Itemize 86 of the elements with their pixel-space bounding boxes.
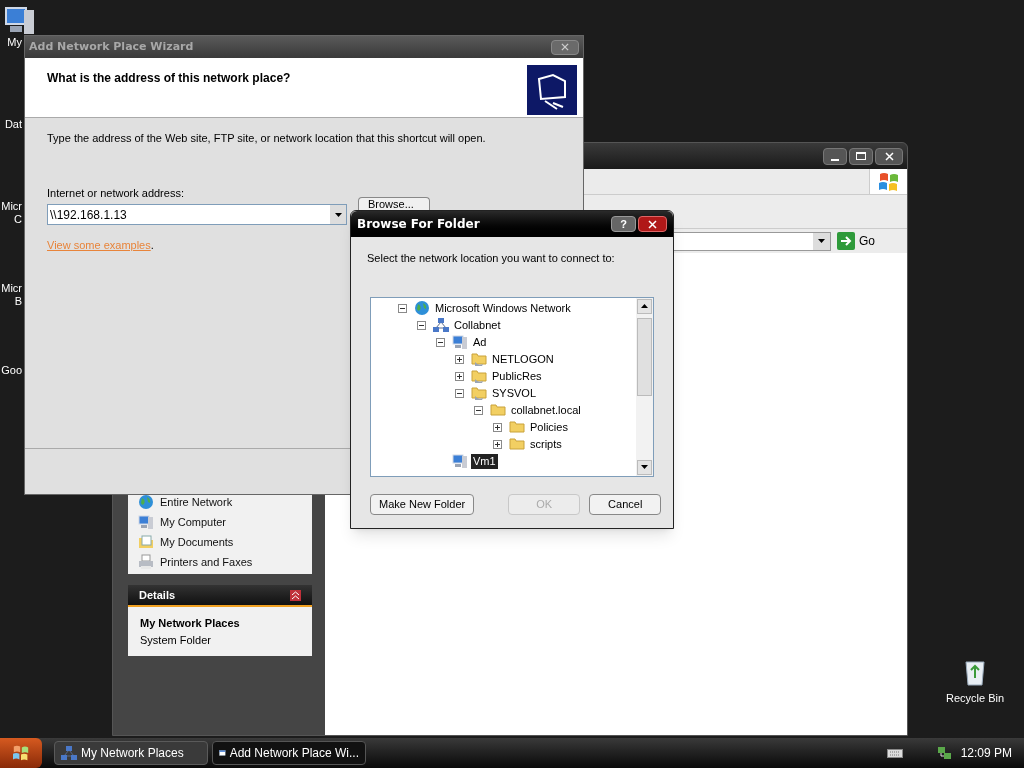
taskbar-button[interactable]: My Network Places [54,741,208,765]
expand-icon[interactable] [493,439,502,449]
window-title: Browse For Folder [357,216,480,233]
collapse-icon[interactable] [455,388,464,398]
help-button[interactable]: ? [611,216,636,232]
tree-item[interactable]: scripts [528,436,564,452]
address-combobox[interactable]: \\192.168.1.13 [47,204,347,225]
network-icon [61,745,77,761]
tree-item[interactable]: NETLOGON [490,351,556,367]
computer-icon [452,453,468,469]
expand-icon[interactable] [455,371,464,381]
clock: 12:09 PM [960,745,1012,762]
desktop-icon-label[interactable]: B [14,295,22,308]
desktop-icon-label[interactable]: C [14,213,22,226]
expand-icon[interactable] [455,354,464,364]
keyboard-icon[interactable] [886,747,903,759]
dropdown-button[interactable] [813,232,830,250]
scroll-up-icon [641,304,648,308]
close-icon [648,219,657,229]
expand-icon[interactable] [493,422,502,432]
tree-item[interactable]: Ad [471,334,489,350]
close-button[interactable] [638,216,667,232]
taskbar-button[interactable]: Add Network Place Wi... [212,741,366,765]
dialog-button[interactable]: Make New Folder [370,493,475,515]
folder-icon [509,419,525,435]
scroll-down-icon [641,465,648,469]
documents-icon [138,534,154,550]
desktop-icon-label[interactable]: My [7,36,22,49]
shared-folder-icon [471,368,487,384]
dropdown-button[interactable] [330,205,346,224]
desktop-icon-label[interactable]: Goo [1,364,22,377]
shared-folder-icon [471,385,487,401]
shared-folder-icon [471,351,487,367]
wizard-description: Type the address of the Web site, FTP site, or network location that this shortcut will open. [47,131,487,146]
globe-icon [138,494,154,510]
network-icon [433,317,449,333]
details-type: System Folder [140,632,212,648]
computer-icon [4,4,36,36]
collapse-icon[interactable] [290,589,301,601]
close-icon [561,43,569,51]
other-places-link[interactable]: Printers and Faxes [160,553,253,571]
collapse-icon[interactable] [398,303,407,313]
tree-item[interactable]: Policies [528,419,570,435]
minimize-button[interactable] [823,147,847,165]
link-period: . [150,238,154,253]
network-icon[interactable] [936,745,953,761]
field-label: Internet or network address: [47,185,185,201]
collapse-icon[interactable] [417,320,426,330]
collapse-icon[interactable] [436,337,445,347]
computer-icon [452,334,468,350]
other-places-link[interactable]: My Documents [160,533,234,551]
tree-item[interactable]: PublicRes [490,368,544,384]
tree-item[interactable]: Vm1 [471,453,498,469]
panel-title: Details [139,587,176,603]
windows-logo-icon [877,171,900,192]
go-button[interactable]: Go [837,232,875,250]
windows-logo-icon [12,745,30,761]
scrollbar[interactable] [636,297,653,476]
tree-item[interactable]: collabnet.local [509,402,583,418]
dropdown-arrow-icon [334,212,342,217]
dropdown-arrow-icon [818,239,825,243]
tree-item[interactable]: Collabnet [452,317,503,333]
close-icon [884,151,894,161]
printer-icon [138,554,154,570]
close-button[interactable] [875,147,903,165]
maximize-button[interactable] [849,147,873,165]
folder-icon [509,436,525,452]
tree-item[interactable]: Microsoft Windows Network [433,300,573,316]
tree-item[interactable]: SYSVOL [490,385,539,401]
desktop-icon-label[interactable]: Dat [4,118,22,131]
folder-icon [490,402,506,418]
desktop-icon-label[interactable]: Micr [1,282,22,295]
computer-icon [138,514,154,530]
other-places-link[interactable]: Entire Network [160,493,233,511]
wizard-heading: What is the address of this network place? [47,70,291,87]
globe-icon [414,300,430,316]
collapse-icon[interactable] [474,405,483,415]
dialog-button[interactable]: Cancel [589,493,662,515]
desktop-icon-label[interactable]: Micr [1,200,22,213]
browse-button[interactable]: Browse... [358,197,430,210]
start-button[interactable] [0,738,42,768]
window-title: Add Network Place Wizard [29,38,194,55]
details-name: My Network Places [140,616,241,631]
other-places-link[interactable]: My Computer [160,513,227,531]
dialog-prompt: Select the network location you want to connect to: [367,251,616,266]
desktop-icon-label[interactable]: Recycle Bin [945,690,1005,707]
